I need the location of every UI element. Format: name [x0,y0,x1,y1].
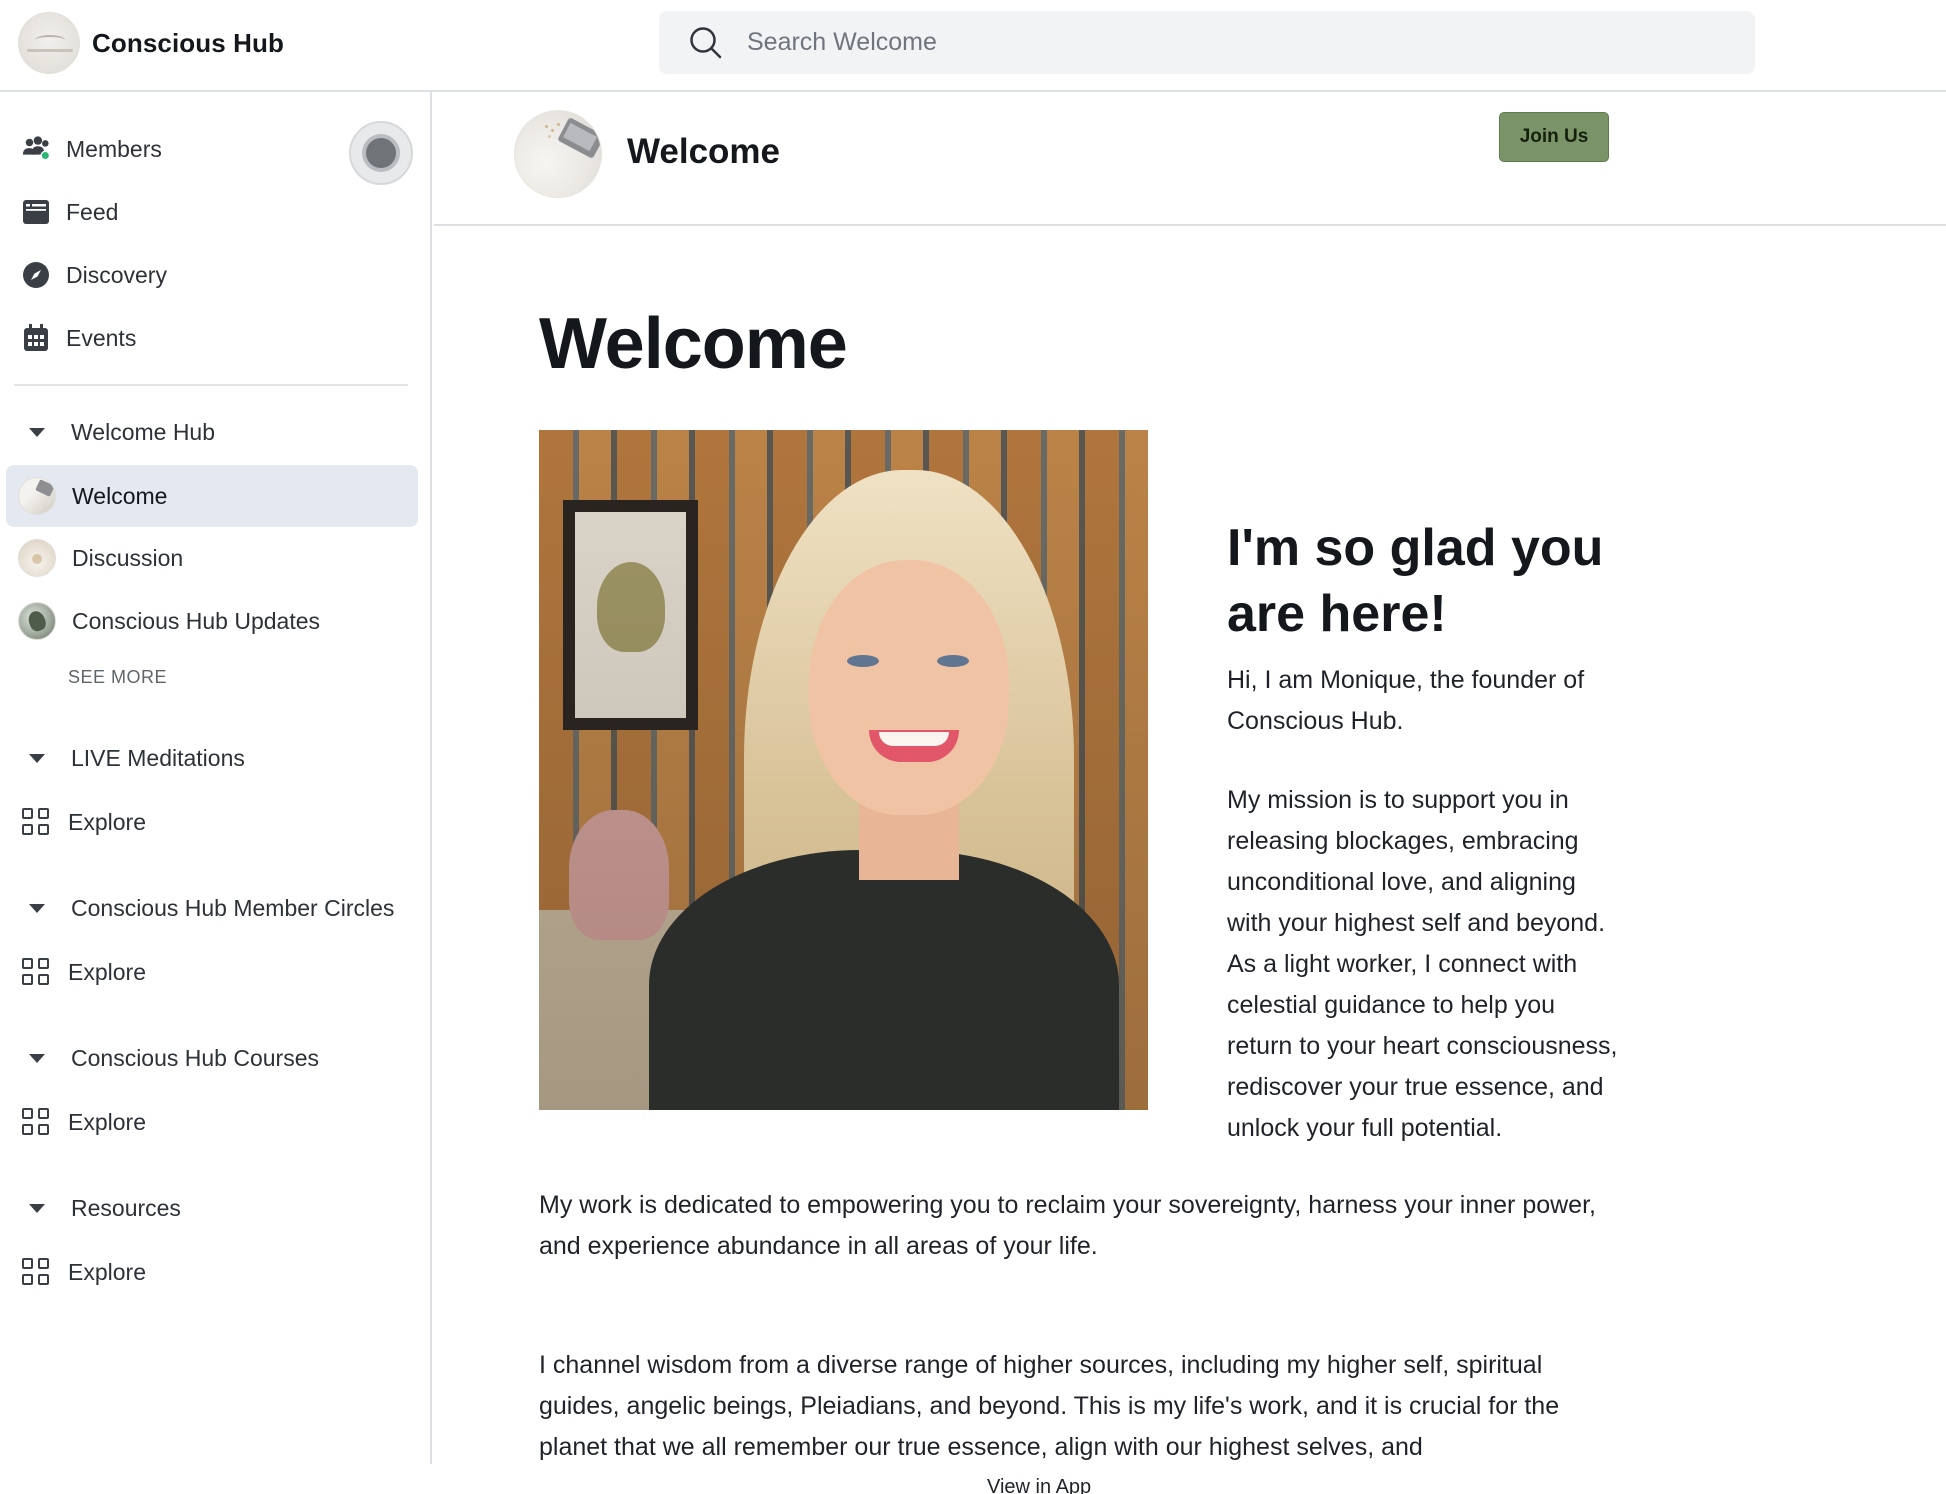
grid-icon [22,808,50,836]
grid-icon [22,958,50,986]
eye [847,655,879,667]
search-input[interactable] [747,11,1727,74]
sidebar-item-label: Explore [68,1108,146,1135]
sidebar-item-discovery[interactable]: Discovery [22,250,167,300]
face [809,560,1009,815]
section-title: Welcome Hub [71,418,216,445]
see-more-link[interactable]: SEE MORE [68,662,167,692]
status-dot [366,138,396,168]
chevron-down-icon[interactable] [29,1053,45,1063]
sidebar-item-label: Explore [68,958,146,985]
teeth [879,732,949,746]
sidebar-item-label: Events [66,324,137,351]
work-paragraph: My work is dedicated to empowering you t… [539,1191,1596,1260]
sidebar-item-label: Welcome [72,482,168,509]
sidebar: Members Feed Discovery Events Welcome Hu… [0,92,432,1464]
brand-name[interactable]: Conscious Hub [92,28,284,59]
status-toggle-button[interactable] [349,121,413,185]
calendar-icon [22,324,50,352]
sidebar-item-events[interactable]: Events [22,313,136,363]
brand[interactable]: Conscious Hub [18,12,284,74]
mission-paragraph: My mission is to support you in releasin… [1227,786,1618,1142]
members-icon [22,135,50,163]
section-member-circles[interactable]: Conscious Hub Member Circles [26,886,394,930]
black-sweater [649,850,1119,1110]
feed-icon [22,198,50,226]
sidebar-item-label: Conscious Hub Updates [72,607,321,634]
post-content: Welcome I'm so glad you are here! Hi, I … [434,228,1946,1494]
sidebar-item-explore[interactable]: Explore [22,1247,146,1297]
logo-leaf-mark [35,35,65,45]
space-avatar [18,539,56,577]
sidebar-item-label: Discovery [66,261,167,288]
sidebar-item-welcome[interactable]: Welcome [6,465,418,527]
chevron-down-icon[interactable] [29,753,45,763]
space-header: Welcome Join Us [434,92,1946,226]
grid-icon [22,1258,50,1286]
chevron-down-icon[interactable] [29,1203,45,1213]
sidebar-item-label: Explore [68,1258,146,1285]
section-title: Conscious Hub Courses [71,1044,320,1071]
section-live-meditations[interactable]: LIVE Meditations [26,736,245,780]
sidebar-item-label: Explore [68,808,146,835]
view-in-app-link[interactable]: View in App [987,1476,1091,1494]
section-title: Conscious Hub Member Circles [71,894,395,921]
sidebar-item-members[interactable]: Members [22,124,162,174]
search-icon [690,27,722,59]
search-bar[interactable] [659,11,1755,74]
section-resources[interactable]: Resources [26,1186,181,1230]
top-bar: Conscious Hub [0,0,1946,92]
chevron-down-icon[interactable] [29,427,45,437]
sparkle-graphic [545,125,548,128]
grid-icon [22,1108,50,1136]
sidebar-item-label: Members [66,135,162,162]
join-us-button[interactable]: Join Us [1499,112,1609,162]
intro-paragraph: Hi, I am Monique, the founder of Conscio… [1227,666,1585,735]
founder-photo [539,430,1148,1110]
section-welcome-hub[interactable]: Welcome Hub [26,410,215,454]
sidebar-item-explore[interactable]: Explore [22,947,146,997]
channel-paragraph: I channel wisdom from a diverse range of… [539,1351,1560,1461]
sidebar-item-label: Discussion [72,544,184,571]
space-title: Welcome [627,132,781,171]
page-title: Welcome [539,304,848,384]
brand-logo[interactable] [18,12,80,74]
section-courses[interactable]: Conscious Hub Courses [26,1036,319,1080]
sidebar-item-explore[interactable]: Explore [22,797,146,847]
compass-icon [22,261,50,289]
section-title: Resources [71,1194,181,1221]
sidebar-item-discussion[interactable]: Discussion [6,527,418,589]
sidebar-item-label: Feed [66,198,119,225]
sidebar-divider [14,384,408,386]
space-avatar [18,602,56,640]
logo-text-mark [27,49,73,52]
sidebar-item-conscious-hub-updates[interactable]: Conscious Hub Updates [6,590,418,652]
chevron-down-icon[interactable] [29,903,45,913]
section-title: LIVE Meditations [71,744,245,771]
space-avatar [514,110,602,198]
welcome-heading: I'm so glad you are here! [1227,519,1604,643]
eye [937,655,969,667]
sidebar-item-explore[interactable]: Explore [22,1097,146,1147]
sidebar-item-feed[interactable]: Feed [22,187,118,237]
space-avatar [18,477,56,515]
